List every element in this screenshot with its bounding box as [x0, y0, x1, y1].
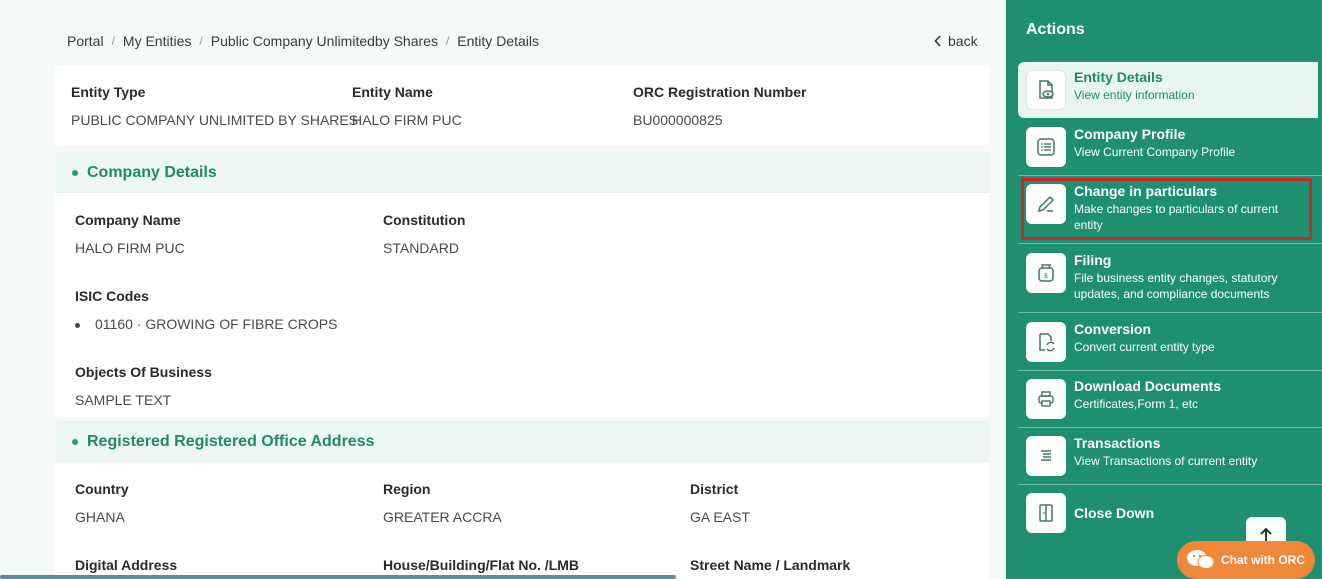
objects-of-business-label: Objects Of Business [75, 364, 212, 380]
action-download-documents[interactable]: Download Documents Certificates,Form 1, … [1018, 371, 1322, 428]
action-subtitle: View Transactions of current entity [1074, 454, 1258, 468]
action-subtitle: Convert current entity type [1074, 340, 1215, 354]
action-entity-details[interactable]: Entity Details View entity information [1018, 62, 1318, 118]
action-transactions[interactable]: Transactions View Transactions of curren… [1018, 428, 1322, 485]
chat-icon [1187, 550, 1215, 569]
action-conversion[interactable]: Conversion Convert current entity type [1018, 314, 1322, 371]
printer-icon [1026, 379, 1066, 419]
action-subtitle: View Current Company Profile [1074, 145, 1236, 159]
action-subtitle: File business entity changes, statutory … [1074, 271, 1278, 301]
orc-number-value: BU000000825 [633, 112, 723, 128]
action-title: Entity Details [1074, 69, 1163, 85]
entity-name-value: HALO FIRM PUC [352, 112, 462, 128]
section-dot [72, 170, 78, 176]
breadcrumb-portal[interactable]: Portal [67, 33, 104, 49]
main-content: Portal / My Entities / Public Company Un… [0, 0, 1006, 579]
registered-address-title: Registered Registered Office Address [87, 433, 375, 450]
objects-of-business-value: SAMPLE TEXT [75, 392, 172, 408]
transactions-icon [1026, 436, 1066, 476]
country-value: GHANA [75, 509, 125, 525]
chat-with-orc-button[interactable]: Chat with ORC [1177, 541, 1315, 579]
actions-heading: Actions [1026, 21, 1085, 38]
company-name-value: HALO FIRM PUC [75, 240, 185, 256]
money-bag-icon: $ [1026, 253, 1066, 293]
constitution-value: STANDARD [383, 240, 459, 256]
action-title: Filing [1074, 252, 1112, 268]
digital-address-label: Digital Address [75, 557, 178, 573]
district-label: District [690, 481, 739, 497]
list-icon [1026, 127, 1066, 167]
back-label: back [948, 33, 978, 49]
action-subtitle: View entity information [1074, 88, 1195, 102]
entity-type-value: PUBLIC COMPANY UNLIMITED BY SHARES [71, 112, 359, 128]
company-details-card: Company Details Company Name HALO FIRM P… [55, 152, 990, 417]
entity-type-label: Entity Type [71, 84, 146, 100]
company-name-label: Company Name [75, 212, 181, 228]
convert-icon [1026, 322, 1066, 362]
region-label: Region [383, 481, 431, 497]
street-name-label: Street Name / Landmark [690, 557, 851, 573]
isic-codes-label: ISIC Codes [75, 288, 149, 304]
constitution-label: Constitution [383, 212, 466, 228]
entity-name-label: Entity Name [352, 84, 433, 100]
action-title: Company Profile [1074, 126, 1186, 142]
breadcrumb-entity-type[interactable]: Public Company Unlimitedby Shares [211, 33, 438, 49]
document-eye-icon [1026, 70, 1066, 110]
action-title: Transactions [1074, 435, 1161, 451]
breadcrumb-separator: / [199, 34, 203, 48]
selection-highlight-box [1021, 178, 1312, 240]
horizontal-scrollbar[interactable] [0, 575, 676, 579]
action-filing[interactable]: $ Filing File business entity changes, s… [1018, 245, 1322, 313]
section-dot [72, 439, 78, 445]
orc-number-label: ORC Registration Number [633, 84, 807, 100]
registered-address-header: Registered Registered Office Address [55, 421, 990, 462]
chat-label: Chat with ORC [1221, 553, 1305, 567]
action-title: Download Documents [1074, 378, 1222, 394]
actions-sidebar: Actions Entity Details View entity infor… [1006, 0, 1322, 579]
region-value: GREATER ACCRA [383, 509, 502, 525]
door-icon [1026, 493, 1066, 533]
back-button[interactable]: back [934, 33, 978, 49]
action-company-profile[interactable]: Company Profile View Current Company Pro… [1018, 119, 1322, 176]
breadcrumb-my-entities[interactable]: My Entities [123, 33, 191, 49]
district-value: GA EAST [690, 509, 750, 525]
action-title: Close Down [1074, 505, 1155, 521]
breadcrumb-separator: / [445, 34, 450, 48]
company-details-title: Company Details [87, 164, 217, 181]
list-bullet [75, 323, 80, 328]
entity-summary-card: Entity Type PUBLIC COMPANY UNLIMITED BY … [55, 65, 990, 145]
svg-text:$: $ [1044, 272, 1048, 280]
company-details-header: Company Details [55, 152, 990, 193]
isic-code-item: 01160 · GROWING OF FIBRE CROPS [95, 316, 338, 332]
breadcrumb-separator: / [111, 34, 115, 48]
breadcrumb: Portal / My Entities / Public Company Un… [67, 33, 539, 49]
country-label: Country [75, 481, 129, 497]
breadcrumb-current: Entity Details [457, 33, 539, 49]
action-subtitle: Certificates,Form 1, etc [1074, 397, 1199, 411]
chevron-left-icon [934, 35, 941, 47]
registered-address-card: Registered Registered Office Address Cou… [55, 421, 990, 579]
house-number-label: House/Building/Flat No. /LMB [383, 557, 579, 573]
action-title: Conversion [1074, 321, 1152, 337]
